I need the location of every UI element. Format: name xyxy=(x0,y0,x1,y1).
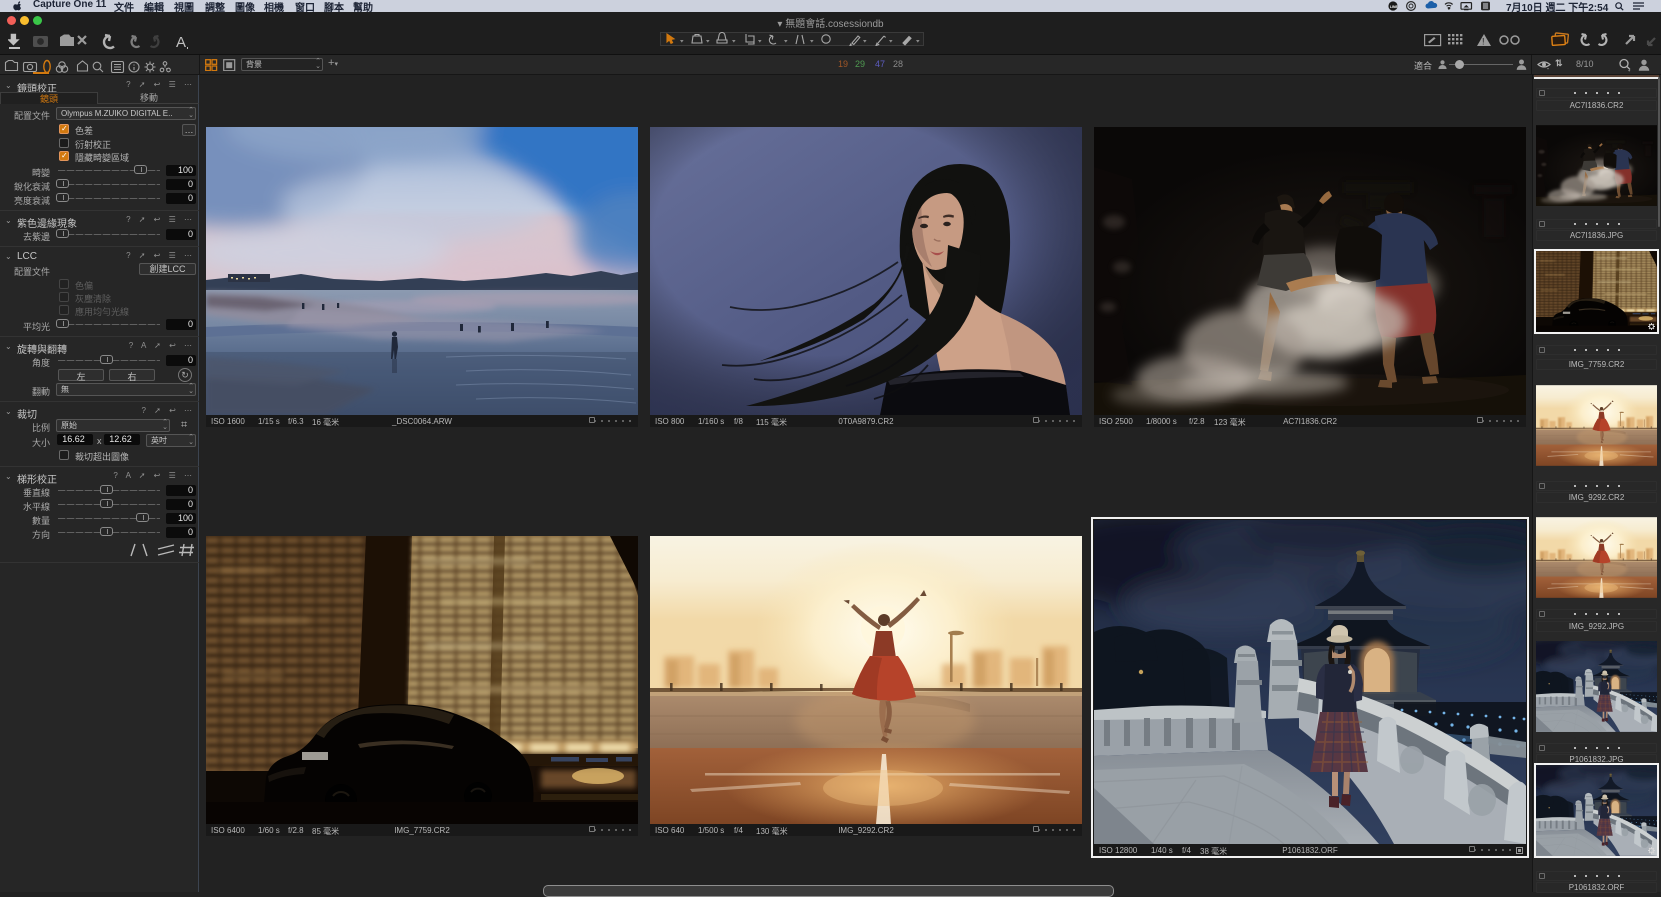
svg-text:A: A xyxy=(176,34,186,51)
svg-text:LINE: LINE xyxy=(1390,5,1398,9)
svg-text:!: ! xyxy=(1482,37,1485,47)
